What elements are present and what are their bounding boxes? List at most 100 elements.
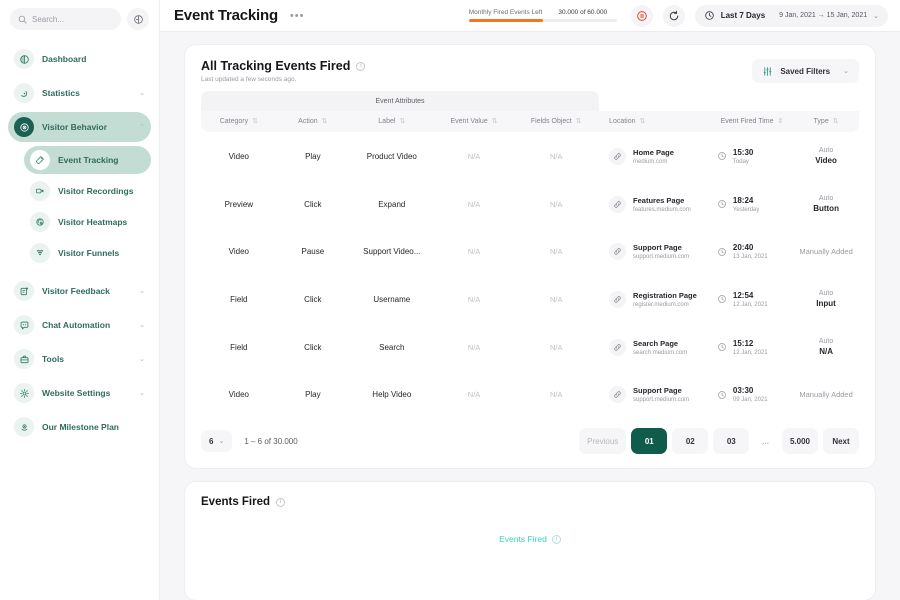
- next-page-button[interactable]: Next: [823, 428, 859, 454]
- clock-icon: [718, 343, 726, 351]
- cell-location[interactable]: Search Page search.medium.com: [599, 323, 711, 371]
- column-label: Fields Object: [530, 118, 572, 125]
- cell-event-fired-time: 12:54 12 Jan, 2021: [711, 275, 793, 323]
- table-row[interactable]: Preview Click Expand N/A N/A Features Pa…: [201, 180, 859, 228]
- sidebar-item-chat-automation[interactable]: Chat Automation ⌄: [8, 310, 151, 340]
- all-tracking-events-card: All Tracking Events Fired i Last updated…: [184, 44, 876, 469]
- location-url: support.medium.com: [633, 254, 690, 260]
- column-header-category[interactable]: Category ⇅: [201, 111, 277, 132]
- settings-gear-icon: [14, 383, 34, 403]
- info-icon[interactable]: i: [551, 534, 561, 544]
- cell-action: Play: [305, 390, 321, 399]
- sidebar-subitem-label: Visitor Heatmaps: [58, 217, 128, 227]
- info-icon[interactable]: i: [356, 61, 366, 71]
- cell-label: Expand: [378, 199, 406, 209]
- table-row[interactable]: Video Pause Support Video... N/A N/A Sup…: [201, 228, 859, 275]
- column-label: Action: [298, 118, 318, 125]
- cell-label: Support Video...: [363, 247, 421, 256]
- page-button-2[interactable]: 02: [672, 428, 709, 454]
- visitor-behavior-icon: [14, 117, 34, 137]
- cell-location[interactable]: Support Page support.medium.com: [599, 228, 711, 275]
- quota-value: 30.000 of 60.000: [558, 9, 608, 17]
- refresh-button[interactable]: [662, 4, 685, 27]
- column-header-event-value[interactable]: Event Value ⇅: [434, 111, 514, 132]
- location-name: Features Page: [633, 195, 685, 205]
- cell-location[interactable]: Registration Page register.medium.com: [599, 275, 711, 323]
- collapse-panel-button[interactable]: [127, 8, 149, 30]
- search-input[interactable]: Search...: [10, 8, 121, 30]
- table-row[interactable]: Field Click Search N/A N/A Search Page s…: [201, 323, 859, 371]
- pause-tracking-button[interactable]: [630, 4, 653, 27]
- video-camera-icon: [30, 181, 50, 201]
- chevron-down-icon: ⌄: [139, 322, 145, 329]
- page-more-button[interactable]: •••: [290, 10, 305, 22]
- sidebar-item-label: Dashboard: [42, 54, 87, 64]
- clock-icon: [718, 390, 726, 399]
- chevron-down-icon: ⌄: [843, 68, 849, 75]
- cell-type: Auto Button: [793, 180, 859, 228]
- sort-icon[interactable]: ⇅: [252, 118, 258, 125]
- sidebar-item-visitor-funnels[interactable]: Visitor Funnels: [24, 239, 151, 267]
- sort-icon[interactable]: ⇅: [492, 118, 498, 125]
- event-date: 12 Jan, 2021: [732, 349, 768, 356]
- cell-location[interactable]: Features Page features.medium.com: [599, 180, 711, 228]
- sidebar-item-event-tracking[interactable]: Event Tracking: [24, 146, 151, 174]
- table-row[interactable]: Field Click Username N/A N/A Registratio…: [201, 275, 859, 323]
- previous-page-button[interactable]: Previous: [579, 428, 627, 454]
- type-origin: Auto: [818, 338, 834, 345]
- column-label: Type: [813, 118, 829, 125]
- sidebar-item-visitor-feedback[interactable]: Visitor Feedback ⌄: [8, 276, 151, 306]
- chat-automation-icon: [14, 315, 34, 335]
- sidebar-nav: Dashboard Statistics ⌄ Visitor Behavior …: [0, 44, 159, 442]
- date-range-picker[interactable]: Last 7 Days 9 Jan, 2021 → 15 Jan, 2021 ⌄: [694, 4, 888, 27]
- page-button-last[interactable]: 5.000: [781, 428, 818, 454]
- sort-icon[interactable]: ⇅: [399, 118, 405, 125]
- sort-icon[interactable]: ⇅: [640, 118, 646, 125]
- location-name: Support Page: [633, 243, 682, 252]
- info-icon[interactable]: i: [276, 497, 286, 507]
- saved-filters-button[interactable]: Saved Filters ⌄: [752, 59, 859, 83]
- rows-per-page-select[interactable]: 6 ⌄: [201, 430, 233, 452]
- column-header-label[interactable]: Label ⇅: [349, 111, 435, 132]
- cell-fields-object: N/A: [550, 390, 563, 399]
- table-row[interactable]: Video Play Product Video N/A N/A Home Pa…: [201, 132, 859, 180]
- cell-type: Auto Video: [793, 132, 859, 180]
- sidebar-item-label: Chat Automation: [42, 320, 111, 330]
- sort-icon[interactable]: ⇅: [833, 118, 839, 125]
- sidebar-subitem-label: Event Tracking: [58, 155, 119, 165]
- page-button-3[interactable]: 03: [713, 428, 750, 454]
- sidebar-item-visitor-behavior[interactable]: Visitor Behavior ⌃: [8, 112, 151, 142]
- cell-location[interactable]: Support Page support.medium.com: [599, 371, 711, 418]
- pagination-bar: 6 ⌄ 1 – 6 of 30.000 Previous 01 02 03 ..…: [185, 418, 875, 468]
- events-fired-legend[interactable]: Events Fired i: [185, 534, 875, 544]
- column-label: Location: [609, 118, 636, 125]
- header-right-controls: Monthly Fired Events Left 30.000 of 60.0…: [468, 4, 888, 27]
- sidebar-item-statistics[interactable]: Statistics ⌄: [8, 78, 151, 108]
- link-icon: [609, 195, 627, 213]
- chevron-down-icon: ⌄: [139, 288, 145, 295]
- milestone-icon: [14, 417, 34, 437]
- pagination-range-text: 1 – 6 of 30.000: [244, 436, 298, 446]
- column-header-fields-object[interactable]: Fields Object ⇅: [513, 111, 600, 132]
- table-row[interactable]: Video Play Help Video N/A N/A Support Pa…: [201, 371, 859, 418]
- sidebar-item-dashboard[interactable]: Dashboard: [8, 44, 151, 74]
- column-header-location[interactable]: Location ⇅: [599, 111, 711, 132]
- cell-location[interactable]: Home Page medium.com: [599, 132, 711, 180]
- sidebar-item-visitor-heatmaps[interactable]: Visitor Heatmaps: [24, 208, 151, 236]
- sort-updown-icon[interactable]: ⇕: [778, 118, 784, 125]
- sort-icon[interactable]: ⇅: [322, 118, 328, 125]
- sidebar-item-our-milestone-plan[interactable]: Our Milestone Plan: [8, 412, 151, 442]
- column-header-type[interactable]: Type ⇅: [793, 111, 859, 132]
- statistics-icon: [14, 83, 34, 103]
- card-subtitle: Last updated a few seconds ago.: [201, 76, 297, 83]
- sidebar-item-website-settings[interactable]: Website Settings ⌄: [8, 378, 151, 408]
- page-button-1[interactable]: 01: [631, 428, 668, 454]
- event-date: 13 Jan, 2021: [732, 254, 768, 260]
- quota-progress-fill: [468, 19, 543, 22]
- column-header-event-fired-time[interactable]: Event Fired Time ⇕: [710, 111, 794, 132]
- sort-icon[interactable]: ⇅: [576, 118, 582, 125]
- sidebar-item-tools[interactable]: Tools ⌄: [8, 344, 151, 374]
- events-fired-title: Events Fired: [201, 496, 271, 508]
- column-header-action[interactable]: Action ⇅: [276, 111, 350, 132]
- sidebar-item-visitor-recordings[interactable]: Visitor Recordings: [24, 177, 151, 205]
